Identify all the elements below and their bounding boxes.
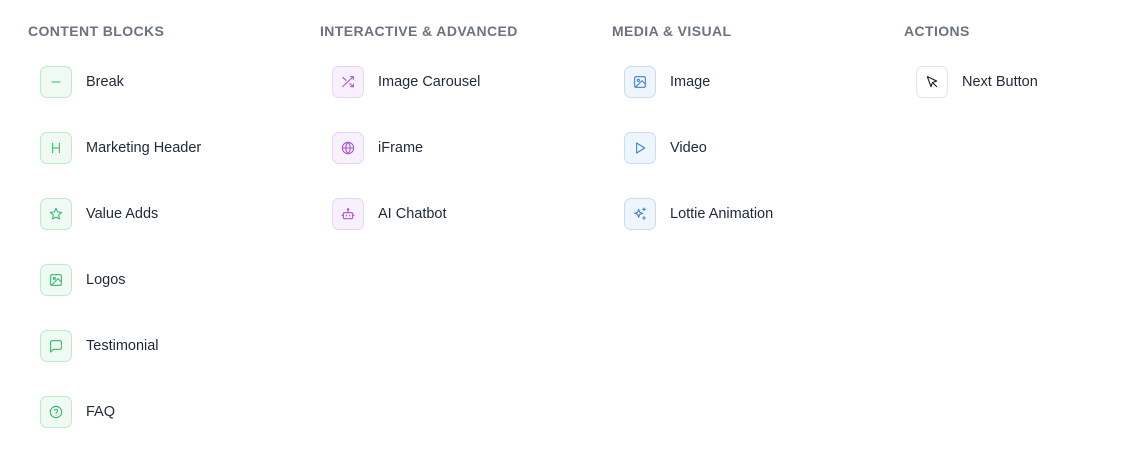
block-item-label: Value Adds <box>86 206 159 222</box>
message-square-icon <box>40 330 72 362</box>
block-item-iframe[interactable]: iFrame <box>332 131 423 165</box>
mouse-pointer-icon <box>916 66 948 98</box>
block-item-ai-chatbot[interactable]: AI Chatbot <box>332 197 447 231</box>
image-icon <box>624 66 656 98</box>
block-item-label: FAQ <box>86 404 116 420</box>
block-palette: CONTENT BLOCKS Break Marketing Header Va… <box>0 0 1132 455</box>
section-title-content-blocks: CONTENT BLOCKS <box>28 23 165 39</box>
block-item-label: Image <box>670 74 711 90</box>
image-icon <box>40 264 72 296</box>
section-title-media-visual: MEDIA & VISUAL <box>612 23 732 39</box>
star-icon <box>40 198 72 230</box>
block-item-break[interactable]: Break <box>40 65 124 99</box>
block-item-label: Break <box>86 74 124 90</box>
sparkles-icon <box>624 198 656 230</box>
block-item-image[interactable]: Image <box>624 65 710 99</box>
play-icon <box>624 132 656 164</box>
block-item-video[interactable]: Video <box>624 131 707 165</box>
help-circle-icon <box>40 396 72 428</box>
block-item-next-button[interactable]: Next Button <box>916 65 1038 99</box>
section-title-actions: ACTIONS <box>904 23 970 39</box>
heading-icon <box>40 132 72 164</box>
block-item-label: iFrame <box>378 140 424 156</box>
block-item-image-carousel[interactable]: Image Carousel <box>332 65 480 99</box>
globe-icon <box>332 132 364 164</box>
block-item-testimonial[interactable]: Testimonial <box>40 329 159 363</box>
bot-icon <box>332 198 364 230</box>
block-item-lottie-animation[interactable]: Lottie Animation <box>624 197 773 231</box>
block-item-label: Logos <box>86 272 126 288</box>
block-item-label: Marketing Header <box>86 140 202 156</box>
minus-icon <box>40 66 72 98</box>
block-item-label: Testimonial <box>86 338 159 354</box>
block-item-label: Video <box>670 140 707 156</box>
shuffle-icon <box>332 66 364 98</box>
block-item-marketing-header[interactable]: Marketing Header <box>40 131 201 165</box>
block-item-label: AI Chatbot <box>378 206 447 222</box>
section-title-interactive-advanced: INTERACTIVE & ADVANCED <box>320 23 518 39</box>
block-item-label: Next Button <box>962 74 1038 90</box>
block-item-label: Image Carousel <box>378 74 481 90</box>
block-item-logos[interactable]: Logos <box>40 263 126 297</box>
block-item-faq[interactable]: FAQ <box>40 395 115 429</box>
block-item-label: Lottie Animation <box>670 206 774 222</box>
block-item-value-adds[interactable]: Value Adds <box>40 197 158 231</box>
